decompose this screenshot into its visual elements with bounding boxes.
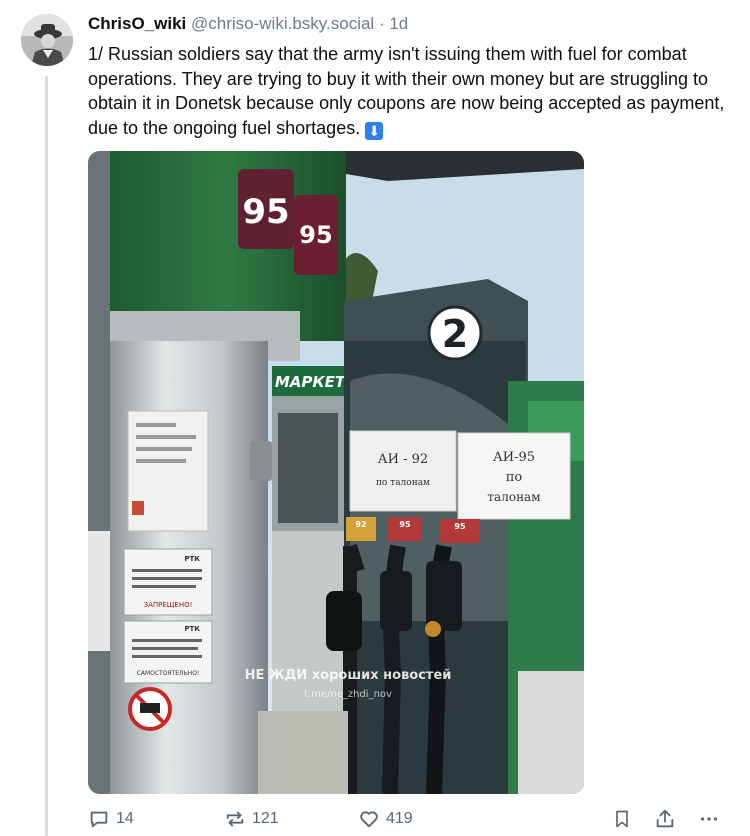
post-header: ChrisO_wiki @chriso-wiki.bsky.social · 1… (88, 12, 728, 36)
post-video[interactable]: 95 95 РТК ЗАПРЕЩЕНО! РТК САМОСТОЯТЕЛЬНО!… (88, 151, 584, 794)
handle[interactable]: @chriso-wiki.bsky.social (191, 14, 374, 33)
repost-count: 121 (252, 810, 279, 827)
store-sign: МАРКЕТ (275, 373, 347, 391)
rtk-label-2: РТК (184, 625, 200, 633)
post-body: 1/ Russian soldiers say that the army is… (88, 44, 725, 138)
avatar[interactable] (21, 14, 73, 66)
like-button[interactable]: 419 (358, 806, 413, 832)
nozzle-95a-label: 95 (399, 520, 411, 529)
pump-number: 2 (442, 312, 468, 356)
more-options-button[interactable] (698, 806, 720, 832)
rtk-label-1: РТК (184, 555, 200, 563)
video-watermark-line1: НЕ ЖДИ хороших новостей (245, 668, 452, 683)
like-count: 419 (386, 810, 413, 827)
sign-ai92-line2: по талонам (376, 478, 430, 488)
share-button[interactable] (654, 806, 676, 832)
separator-dot: · (378, 14, 385, 33)
price-sign-right: 95 (299, 221, 332, 249)
speech-bubble-icon (90, 811, 108, 828)
reply-count: 14 (116, 810, 134, 827)
sign-ai92-line1: АИ - 92 (378, 452, 428, 467)
sign-ai95-line3: талонам (487, 490, 540, 504)
heart-icon (360, 811, 378, 828)
post: ChrisO_wiki @chriso-wiki.bsky.social · 1… (88, 12, 728, 140)
down-arrow-emoji-icon: ⬇ (365, 121, 384, 140)
post-actions: 14 121 419 (88, 806, 728, 832)
thread-line (45, 76, 48, 836)
reply-button[interactable]: 14 (88, 806, 134, 832)
bookmark-icon (616, 810, 628, 828)
display-name[interactable]: ChrisO_wiki (88, 14, 186, 33)
repost-button[interactable]: 121 (224, 806, 279, 832)
nozzle-95b-label: 95 (454, 522, 466, 531)
notice-self-service: САМОСТОЯТЕЛЬНО! (137, 670, 200, 677)
post-text: 1/ Russian soldiers say that the army is… (88, 42, 728, 140)
bookmark-button[interactable] (612, 806, 632, 832)
sign-ai95-line2: по (506, 470, 523, 485)
sign-ai95-line1: АИ-95 (493, 450, 535, 465)
ellipsis-icon (700, 817, 718, 821)
timestamp[interactable]: 1d (389, 14, 408, 33)
notice-forbidden: ЗАПРЕЩЕНО! (144, 601, 193, 609)
video-watermark-line2: t.me/ne_zhdi_nov (304, 689, 392, 700)
nozzle-92-label: 92 (355, 520, 366, 529)
repost-arrows-icon (226, 811, 244, 827)
price-sign-left: 95 (242, 192, 289, 232)
share-icon (656, 809, 674, 828)
